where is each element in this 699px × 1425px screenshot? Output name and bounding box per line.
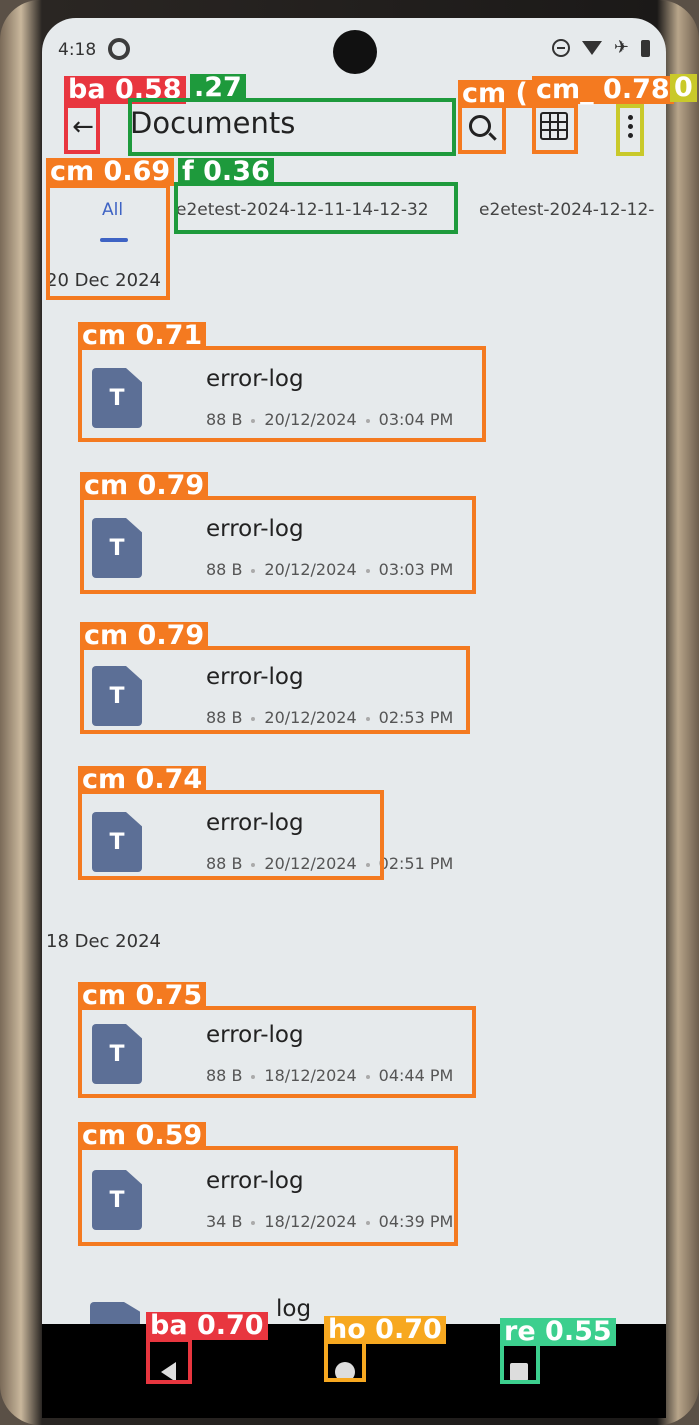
text-file-icon: T (92, 666, 142, 726)
app-notification-icon (108, 38, 130, 60)
search-icon (469, 115, 491, 137)
tab-all[interactable]: All (102, 200, 123, 220)
file-list-item[interactable]: T error-log 88 B 20/12/2024 03:04 PM (82, 352, 482, 444)
text-file-icon: T (92, 1170, 142, 1230)
file-list-item[interactable]: T error-log 88 B 20/12/2024 02:51 PM (82, 796, 482, 888)
tab-selected-indicator (100, 238, 128, 242)
more-vert-icon (627, 114, 633, 138)
text-file-icon: T (92, 518, 142, 578)
more-options-button[interactable] (608, 104, 652, 148)
file-meta: 88 B 18/12/2024 04:44 PM (206, 1066, 454, 1085)
file-name: error-log (206, 366, 304, 392)
detection-label: ba 0.70 (146, 1312, 268, 1340)
file-meta: 88 B 20/12/2024 02:53 PM (206, 708, 454, 727)
section-date-header: 18 Dec 2024 (46, 931, 161, 952)
battery-icon (641, 39, 650, 57)
page-title: Documents (130, 106, 296, 140)
file-name: log (276, 1296, 312, 1322)
do-not-disturb-icon (551, 39, 570, 57)
file-meta: 88 B 20/12/2024 03:03 PM (206, 560, 454, 579)
nav-back-icon (160, 1362, 176, 1382)
detection-label: ho 0.70 (324, 1316, 446, 1344)
file-name: error-log (206, 664, 304, 690)
file-list-item[interactable]: T error-log 88 B 20/12/2024 02:53 PM (82, 650, 482, 742)
detection-label: cm 0.79 (80, 622, 209, 650)
camera-cutout (333, 30, 377, 74)
file-meta: 34 B 18/12/2024 04:39 PM (206, 1212, 454, 1231)
file-name: error-log (206, 1168, 304, 1194)
detection-label: cm 0.59 (78, 1122, 207, 1150)
status-icons: ✈ (551, 37, 650, 58)
detection-label: f 0.36 (178, 158, 274, 186)
text-file-icon: T (92, 1024, 142, 1084)
wifi-icon (581, 41, 602, 55)
file-list-item[interactable]: T error-log 88 B 18/12/2024 04:44 PM (82, 1008, 482, 1100)
nav-recents-button[interactable] (501, 1354, 537, 1390)
text-file-icon: T (92, 812, 142, 872)
detection-label: ba 0.58 (64, 76, 186, 104)
file-list-item[interactable]: T error-log 34 B 18/12/2024 04:39 PM (82, 1154, 482, 1246)
file-name: error-log (206, 1022, 304, 1048)
status-bar: 4:18 ✈ (42, 18, 666, 82)
nav-back-button[interactable] (150, 1354, 186, 1390)
tab-e2etest-2024-12-11[interactable]: e2etest-2024-12-11-14-12-32 (176, 200, 429, 220)
file-name: error-log (206, 516, 304, 542)
detection-label: cm 0.71 (78, 322, 207, 350)
nav-recents-icon (510, 1363, 528, 1381)
airplane-mode-icon: ✈ (613, 37, 629, 58)
screen: 4:18 ✈ ← Documents All e2etest-2024-12-1… (42, 18, 666, 1418)
tab-e2etest-2024-12-12[interactable]: e2etest-2024-12-12- (479, 200, 654, 220)
file-meta: 88 B 20/12/2024 03:04 PM (206, 410, 454, 429)
back-button[interactable]: ← (64, 108, 102, 146)
nav-home-icon (335, 1362, 355, 1382)
file-list-item[interactable]: T error-log 88 B 20/12/2024 03:03 PM (82, 502, 482, 594)
detection-label: cm ( (458, 80, 532, 108)
detection-label: cm_ 0.78 (532, 76, 674, 104)
detection-label: 0 (670, 74, 697, 102)
detection-label: .27 (190, 74, 246, 102)
search-button[interactable] (458, 104, 502, 148)
arrow-back-icon: ← (72, 112, 94, 142)
grid-view-button[interactable] (532, 104, 576, 148)
grid-icon (540, 112, 568, 140)
folder-tabs: All e2etest-2024-12-11-14-12-32 e2etest-… (42, 188, 666, 254)
nav-home-button[interactable] (327, 1354, 363, 1390)
detection-label: cm 0.74 (78, 766, 207, 794)
detection-label: cm 0.79 (80, 472, 209, 500)
section-date-header: 20 Dec 2024 (46, 270, 161, 291)
detection-label: re 0.55 (500, 1318, 616, 1346)
detection-label: cm 0.69 (46, 158, 175, 186)
detection-label: cm 0.75 (78, 982, 207, 1010)
file-meta: 88 B 20/12/2024 02:51 PM (206, 854, 454, 873)
file-name: error-log (206, 810, 304, 836)
text-file-icon: T (92, 368, 142, 428)
status-time: 4:18 (58, 40, 97, 60)
